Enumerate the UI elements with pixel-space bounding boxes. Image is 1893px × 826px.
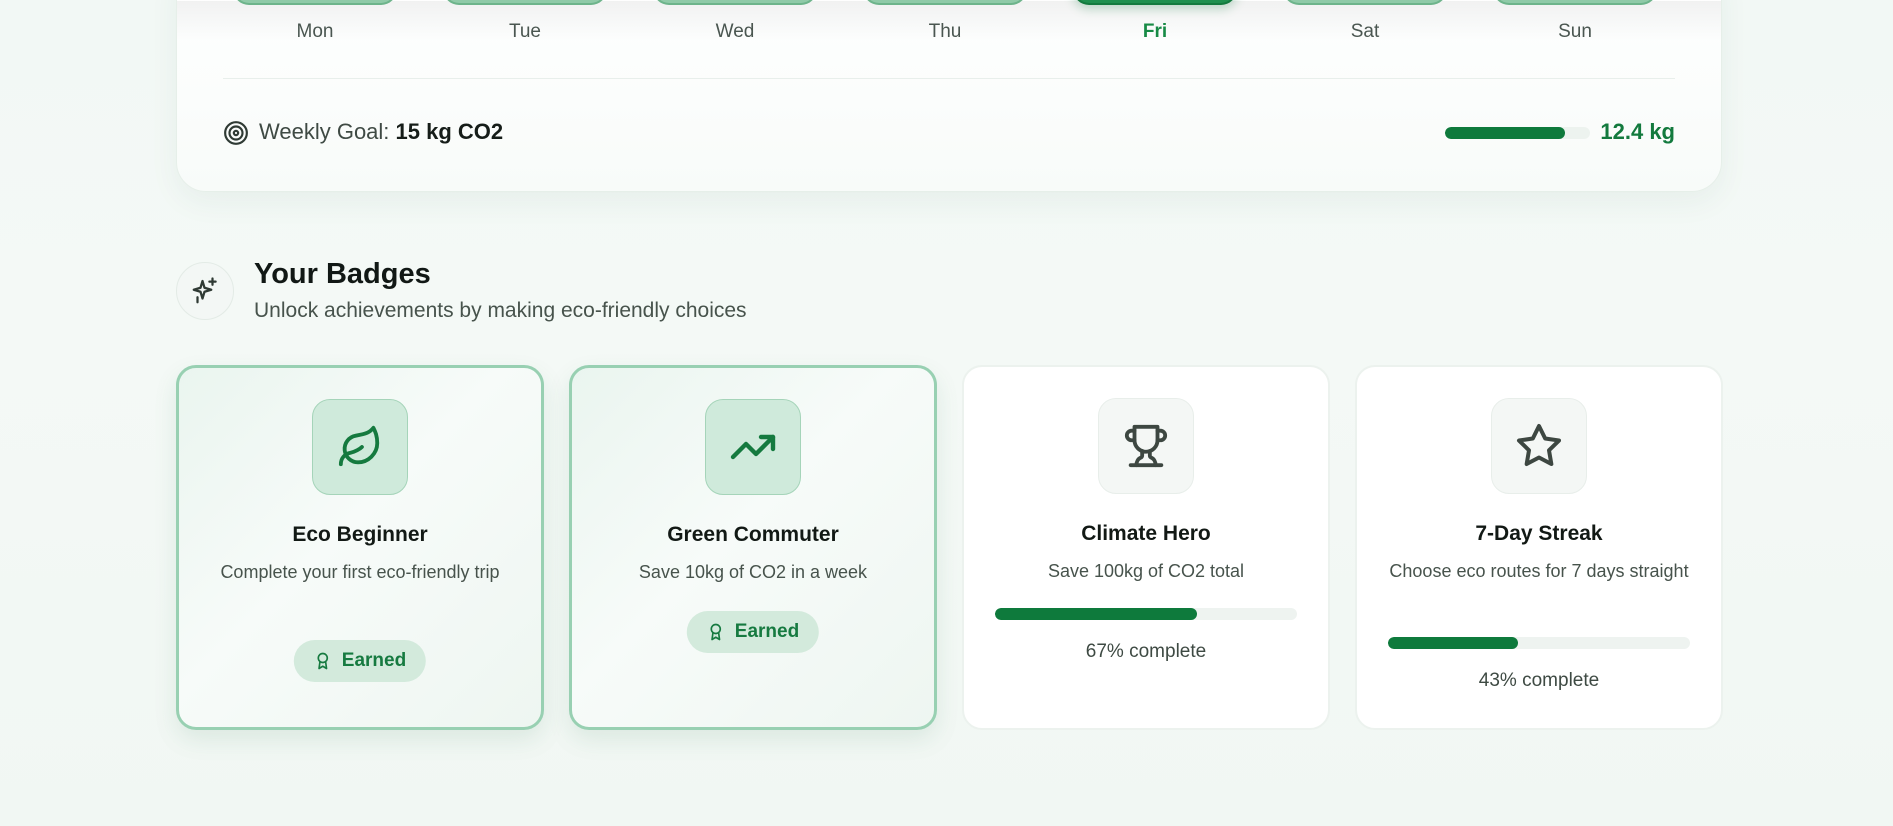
trending-up-icon: [730, 434, 776, 460]
badge-progress-text: 67% complete: [1085, 641, 1207, 662]
sparkles-icon: [192, 277, 217, 304]
day-label-thu: Thu: [928, 21, 962, 42]
badge-description: Save 100kg of CO2 total: [1047, 561, 1245, 581]
badge-name: Climate Hero: [1081, 522, 1211, 545]
divider: [223, 78, 1675, 79]
day-bar-sun[interactable]: [1493, 0, 1657, 5]
badge-name: 7-Day Streak: [1475, 522, 1603, 545]
badge-progress-fill: [995, 608, 1198, 620]
star-icon: [1517, 424, 1561, 467]
earned-badge: Earned: [293, 640, 427, 682]
day-label-tue: Tue: [508, 21, 542, 42]
badge-progress-text: 43% complete: [1478, 670, 1600, 691]
award-icon: [710, 623, 722, 641]
badge-name: Eco Beginner: [292, 523, 428, 546]
badge-description: Complete your first eco-friendly trip: [220, 562, 500, 582]
day-bar-tue[interactable]: [443, 0, 607, 5]
weekly-goal-label: Weekly Goal:: [259, 119, 390, 144]
badge-icon-box: [1491, 398, 1587, 494]
badge-card-eco-beginner[interactable]: Eco Beginner Complete your first eco-fri…: [176, 365, 544, 730]
day-bar-fri[interactable]: [1073, 0, 1237, 5]
badge-description: Choose eco routes for 7 days straight: [1389, 561, 1689, 581]
day-bar-thu[interactable]: [863, 0, 1027, 5]
weekly-goal-row: Weekly Goal: 15 kg CO2 12.4 kg: [223, 118, 1675, 148]
day-bar-sat[interactable]: [1283, 0, 1447, 5]
day-bar-wed[interactable]: [653, 0, 817, 5]
day-label-mon: Mon: [296, 21, 334, 42]
day-label-wed: Wed: [715, 21, 755, 42]
badge-progress-bar: [995, 608, 1297, 620]
badge-icon-box: [312, 399, 408, 495]
badges-header-icon: [176, 262, 234, 320]
day-label-sat: Sat: [1350, 21, 1380, 42]
earned-badge: Earned: [686, 611, 820, 653]
badge-description: Save 10kg of CO2 in a week: [638, 562, 868, 582]
earned-label: Earned: [341, 650, 407, 671]
day-label-fri: Fri: [1142, 21, 1168, 42]
weekly-current-value: 12.4 kg: [1600, 119, 1675, 144]
badges-title: Your Badges: [254, 258, 431, 290]
day-label-sun: Sun: [1558, 21, 1592, 42]
trophy-icon: [1124, 424, 1168, 468]
badge-progress-bar: [1388, 637, 1690, 649]
weekly-goal-progress-fill: [1445, 127, 1566, 139]
badge-card-7-day-streak[interactable]: 7-Day Streak Choose eco routes for 7 day…: [1355, 365, 1723, 730]
badge-icon-box: [1098, 398, 1194, 494]
badge-icon-box: [705, 399, 801, 495]
badge-progress-fill: [1388, 637, 1518, 649]
target-icon: [224, 121, 248, 145]
earned-label: Earned: [734, 621, 800, 642]
weekly-activity-card: Mon Tue Wed Thu Fri Sat Sun Weekly Goal:…: [176, 0, 1722, 192]
leaf-icon: [338, 425, 380, 467]
day-bar-mon[interactable]: [233, 0, 397, 5]
badge-card-green-commuter[interactable]: Green Commuter Save 10kg of CO2 in a wee…: [569, 365, 937, 730]
weekly-goal-text: Weekly Goal: 15 kg CO2: [259, 119, 503, 145]
badge-card-climate-hero[interactable]: Climate Hero Save 100kg of CO2 total 67%…: [962, 365, 1330, 730]
badge-name: Green Commuter: [667, 523, 839, 546]
weekly-goal-value: 15 kg CO2: [395, 119, 504, 144]
badges-subtitle: Unlock achievements by making eco-friend…: [254, 299, 747, 322]
weekly-goal-progress: [1445, 127, 1590, 139]
award-icon: [317, 652, 329, 670]
